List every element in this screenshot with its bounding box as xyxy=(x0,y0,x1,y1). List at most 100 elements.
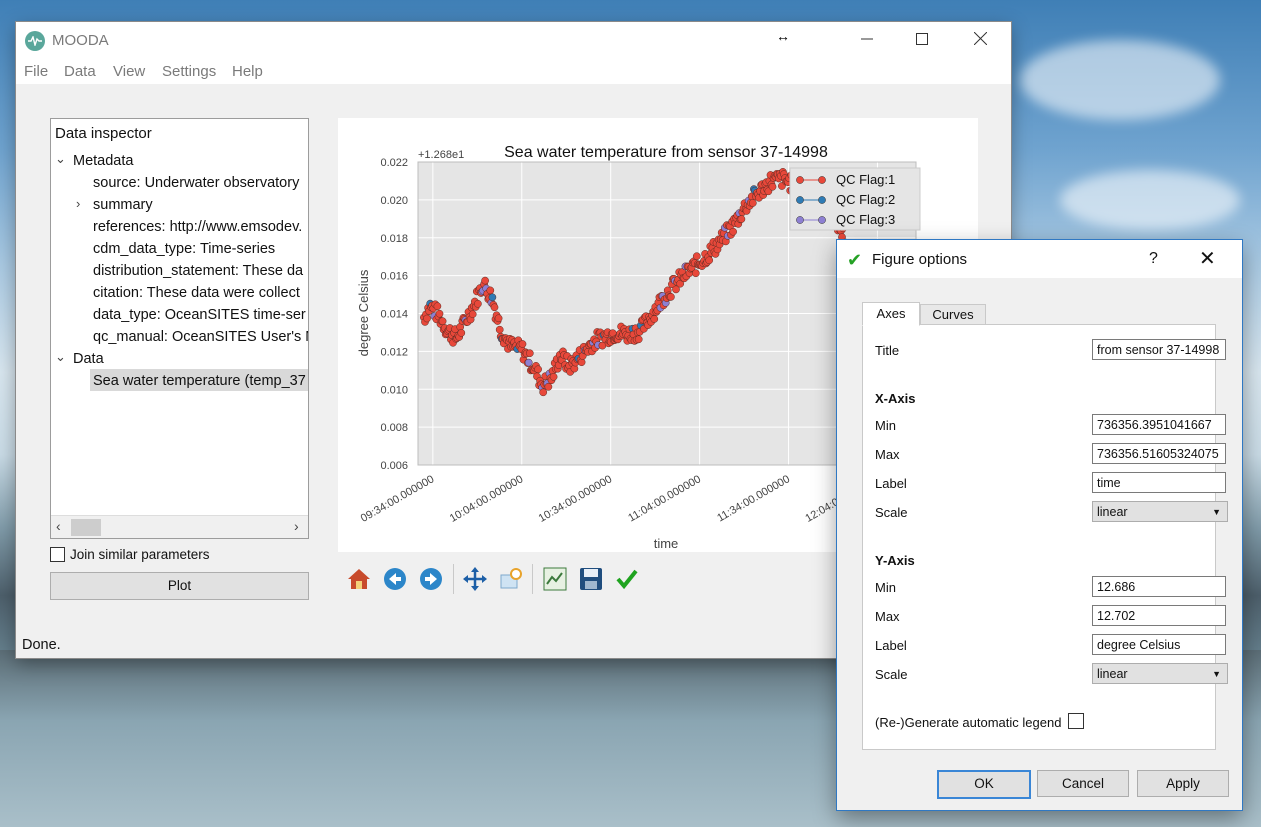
tab-curves[interactable]: Curves xyxy=(920,304,986,326)
x-label-input[interactable]: time xyxy=(1092,472,1226,493)
dropdown-arrow-icon: ▼ xyxy=(1212,669,1221,679)
status-text: Done. xyxy=(22,637,61,653)
data-point xyxy=(691,269,700,278)
x-tick-label: 10:04:00.000000 xyxy=(448,473,526,525)
y-min-input[interactable]: 12.686 xyxy=(1092,576,1226,597)
apply-button[interactable]: Apply xyxy=(1137,770,1229,797)
data-point xyxy=(737,215,746,223)
data-point xyxy=(705,256,714,265)
dialog-title-bar[interactable]: ✔ Figure options ? ✕ xyxy=(837,240,1242,278)
close-button[interactable] xyxy=(957,22,1003,60)
tree-item[interactable]: citation: These data were collect xyxy=(93,285,300,301)
tab-axes[interactable]: Axes xyxy=(862,302,920,326)
dialog-close-button[interactable]: ✕ xyxy=(1199,246,1216,271)
y-tick-label: 0.016 xyxy=(380,271,408,283)
data-point xyxy=(435,309,444,318)
menu-settings[interactable]: Settings xyxy=(162,63,216,80)
join-similar-checkbox[interactable] xyxy=(50,547,65,562)
data-point xyxy=(748,199,757,207)
menu-file[interactable]: File xyxy=(24,63,48,80)
chart-title: Sea water temperature from sensor 37-149… xyxy=(504,144,828,161)
menu-view[interactable]: View xyxy=(113,63,145,80)
app-icon xyxy=(25,31,45,51)
scrollbar-thumb[interactable] xyxy=(71,519,101,536)
data-point xyxy=(692,252,701,261)
data-point xyxy=(474,299,482,308)
x-axis-label: time xyxy=(654,536,679,551)
title-label: Title xyxy=(875,343,900,358)
chevron-down-icon[interactable]: ⌄ xyxy=(55,349,66,365)
tree-item[interactable]: references: http://www.emsodev. xyxy=(93,219,302,235)
axes-panel: Title from sensor 37-14998 X-Axis Min 73… xyxy=(862,324,1228,750)
y-scale-select[interactable]: linear ▼ xyxy=(1092,663,1228,684)
legend-checkbox[interactable] xyxy=(1068,713,1084,729)
toolbar-separator xyxy=(453,564,454,594)
tree-item-data[interactable]: Data xyxy=(73,351,104,367)
window-title: MOODA xyxy=(52,32,109,49)
tree-item-sea-water-temperature[interactable]: Sea water temperature (temp_37 xyxy=(93,373,306,389)
scroll-right-icon[interactable]: › xyxy=(294,518,299,534)
menu-data[interactable]: Data xyxy=(64,63,96,80)
data-inspector-tree[interactable]: Data inspector ⌄ Metadata source: Underw… xyxy=(50,118,309,539)
x-tick-label: 11:34:00.000000 xyxy=(715,473,792,524)
data-point xyxy=(457,329,466,337)
offset-label: +1.268e1 xyxy=(418,149,464,161)
menu-help[interactable]: Help xyxy=(232,63,263,80)
back-icon[interactable] xyxy=(382,566,408,592)
y-tick-label: 0.022 xyxy=(380,157,408,169)
legend-marker xyxy=(818,196,826,204)
cancel-button[interactable]: Cancel xyxy=(1037,770,1129,797)
tree-item[interactable]: cdm_data_type: Time-series xyxy=(93,241,275,257)
maximize-button[interactable] xyxy=(899,22,945,60)
y-max-input[interactable]: 12.702 xyxy=(1092,605,1226,626)
data-point xyxy=(423,314,431,323)
tree-item[interactable]: data_type: OceanSITES time-ser xyxy=(93,307,306,323)
legend-marker xyxy=(796,176,804,184)
title-input[interactable]: from sensor 37-14998 xyxy=(1092,339,1226,360)
data-point xyxy=(534,365,542,374)
x-tick-label: 11:04:00.000000 xyxy=(626,473,703,524)
tree-item-metadata[interactable]: Metadata xyxy=(73,153,133,169)
tree-item[interactable]: source: Underwater observatory xyxy=(93,175,299,191)
data-point xyxy=(544,382,553,391)
x-tick-label: 09:34:00.000000 xyxy=(359,473,437,525)
title-bar[interactable]: MOODA ↔ xyxy=(16,22,1011,60)
pan-icon[interactable] xyxy=(462,566,488,592)
chevron-down-icon[interactable]: ⌄ xyxy=(55,151,66,167)
y-scale-value: linear xyxy=(1097,667,1128,681)
minimize-button[interactable] xyxy=(844,22,890,60)
y-max-label: Max xyxy=(875,609,900,624)
horizontal-scrollbar[interactable]: ‹ › xyxy=(51,515,308,538)
figure-options-icon[interactable] xyxy=(614,566,640,592)
y-tick-label: 0.006 xyxy=(380,460,408,472)
scroll-left-icon[interactable]: ‹ xyxy=(56,518,61,534)
y-tick-label: 0.008 xyxy=(380,422,408,434)
data-point xyxy=(468,310,477,319)
help-button[interactable]: ? xyxy=(1149,250,1158,268)
y-axis-heading: Y-Axis xyxy=(875,553,915,568)
legend-label: QC Flag:3 xyxy=(836,212,895,227)
legend-marker xyxy=(818,216,826,224)
data-point xyxy=(650,315,659,323)
x-axis-heading: X-Axis xyxy=(875,391,916,406)
tree-item[interactable]: qc_manual: OceanSITES User's M xyxy=(93,329,308,345)
save-icon[interactable] xyxy=(578,566,604,592)
x-max-input[interactable]: 736356.51605324075 xyxy=(1092,443,1226,464)
data-point xyxy=(729,227,737,236)
subplots-config-icon[interactable] xyxy=(542,566,568,592)
data-point xyxy=(518,340,527,348)
data-point xyxy=(525,349,534,358)
x-min-input[interactable]: 736356.3951041667 xyxy=(1092,414,1226,435)
y-label-input[interactable]: degree Celsius xyxy=(1092,634,1226,655)
chevron-right-icon[interactable]: › xyxy=(76,196,80,211)
home-icon[interactable] xyxy=(346,566,372,592)
x-scale-select[interactable]: linear ▼ xyxy=(1092,501,1228,522)
forward-icon[interactable] xyxy=(418,566,444,592)
zoom-rect-icon[interactable] xyxy=(498,566,524,592)
tree-item[interactable]: distribution_statement: These da xyxy=(93,263,303,279)
plot-button[interactable]: Plot xyxy=(50,572,309,600)
y-tick-label: 0.018 xyxy=(380,233,408,245)
ok-button[interactable]: OK xyxy=(937,770,1031,799)
data-point xyxy=(768,182,777,191)
tree-item-summary[interactable]: summary xyxy=(93,197,153,213)
